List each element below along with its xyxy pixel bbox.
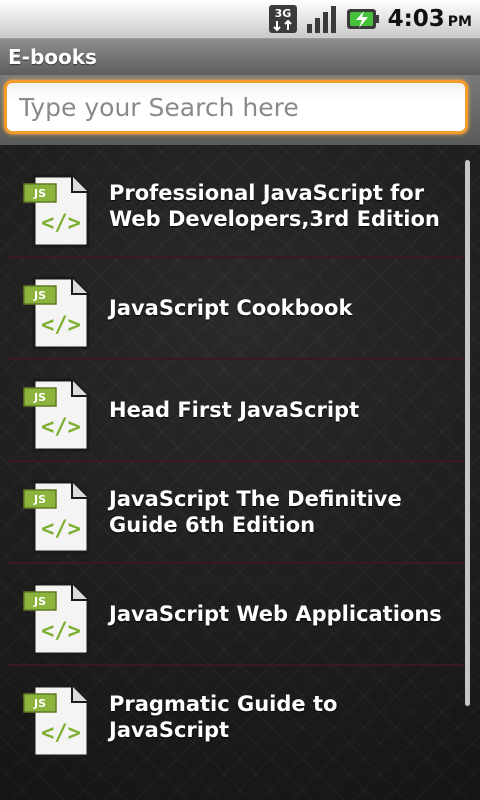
file-glyph-label: </> <box>41 313 81 338</box>
file-badge-label: JS <box>33 289 46 302</box>
book-title: JavaScript Web Applications <box>109 602 442 626</box>
js-file-icon: JS </> <box>23 378 90 452</box>
file-badge-label: JS <box>33 187 46 200</box>
book-title: Head First JavaScript <box>109 398 360 422</box>
status-icons: 3G 4:03 PM <box>268 3 472 35</box>
search-input[interactable] <box>4 80 468 134</box>
clock-time: 4:03 <box>387 6 445 32</box>
network-3g-icon: 3G <box>268 5 297 33</box>
book-title: JavaScript The Definitive Guide 6th Edit… <box>109 487 402 537</box>
list-item[interactable]: JS </> JavaScript Cookbook <box>8 258 464 360</box>
list-item[interactable]: JS </> Pragmatic Guide to JavaScript <box>8 666 464 768</box>
book-title: Pragmatic Guide to JavaScript <box>109 692 338 742</box>
app-title: E-books <box>8 45 97 69</box>
file-badge-label: JS <box>33 391 46 404</box>
file-glyph-label: </> <box>41 211 81 236</box>
network-label: 3G <box>274 7 291 20</box>
list-item[interactable]: JS </> Professional JavaScript for Web D… <box>8 156 464 258</box>
js-file-icon: JS </> <box>23 582 90 656</box>
signal-strength-icon <box>306 6 336 33</box>
js-file-icon: JS </> <box>23 684 90 758</box>
title-bar: E-books <box>0 39 480 76</box>
js-file-icon: JS </> <box>23 480 90 554</box>
search-area <box>0 75 480 145</box>
list-item[interactable]: JS </> Head First JavaScript <box>8 360 464 462</box>
file-badge-label: JS <box>33 493 46 506</box>
screen: 3G 4:03 PM E-books Type your Search here… <box>0 0 480 800</box>
file-glyph-label: </> <box>41 721 81 746</box>
js-file-icon: JS </> <box>23 276 90 350</box>
list-item[interactable]: JS </> JavaScript The Definitive Guide 6… <box>8 462 464 564</box>
file-glyph-label: </> <box>41 517 81 542</box>
list-scrollbar[interactable] <box>465 160 470 706</box>
js-file-icon: JS </> <box>23 174 90 248</box>
clock: 4:03 PM <box>388 6 472 32</box>
book-list: JS </> Professional JavaScript for Web D… <box>8 156 464 768</box>
file-glyph-label: </> <box>41 619 81 644</box>
list-item[interactable]: JS </> JavaScript Web Applications <box>8 564 464 666</box>
book-title: Professional JavaScript for Web Develope… <box>109 181 440 231</box>
battery-charging-icon <box>346 9 379 29</box>
file-badge-label: JS <box>33 697 46 710</box>
file-glyph-label: </> <box>41 415 81 440</box>
status-bar: 3G 4:03 PM <box>0 0 480 39</box>
clock-ampm: PM <box>447 14 472 30</box>
file-badge-label: JS <box>33 595 46 608</box>
book-title: JavaScript Cookbook <box>109 296 353 320</box>
